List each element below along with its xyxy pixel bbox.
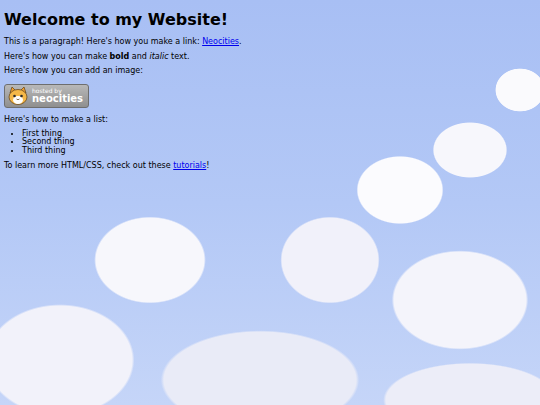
list-caption: Here's how to make a list: (4, 115, 536, 125)
badge-brand: neocities (32, 94, 83, 104)
example-list: First thingSecond thingThird thing (4, 130, 536, 156)
cat-icon (7, 86, 29, 106)
page-heading: Welcome to my Website! (4, 10, 536, 29)
formatting-paragraph: Here's how you can make bold and italic … (4, 52, 536, 62)
list-item: First thing (22, 130, 536, 139)
list-item: Third thing (22, 147, 536, 156)
italic-text: italic (149, 52, 168, 61)
outro-paragraph: To learn more HTML/CSS, check out these … (4, 161, 536, 171)
bold-text: bold (110, 52, 130, 61)
list-item: Second thing (22, 138, 536, 147)
image-caption: Here's how you can add an image: (4, 66, 536, 76)
page: Welcome to my Website! This is a paragrap… (0, 0, 540, 405)
neocities-link[interactable]: Neocities (202, 37, 239, 46)
tutorials-link[interactable]: tutorials (173, 161, 206, 170)
intro-paragraph: This is a paragraph! Here's how you make… (4, 37, 536, 47)
neocities-badge: hosted byneocities (4, 84, 89, 108)
